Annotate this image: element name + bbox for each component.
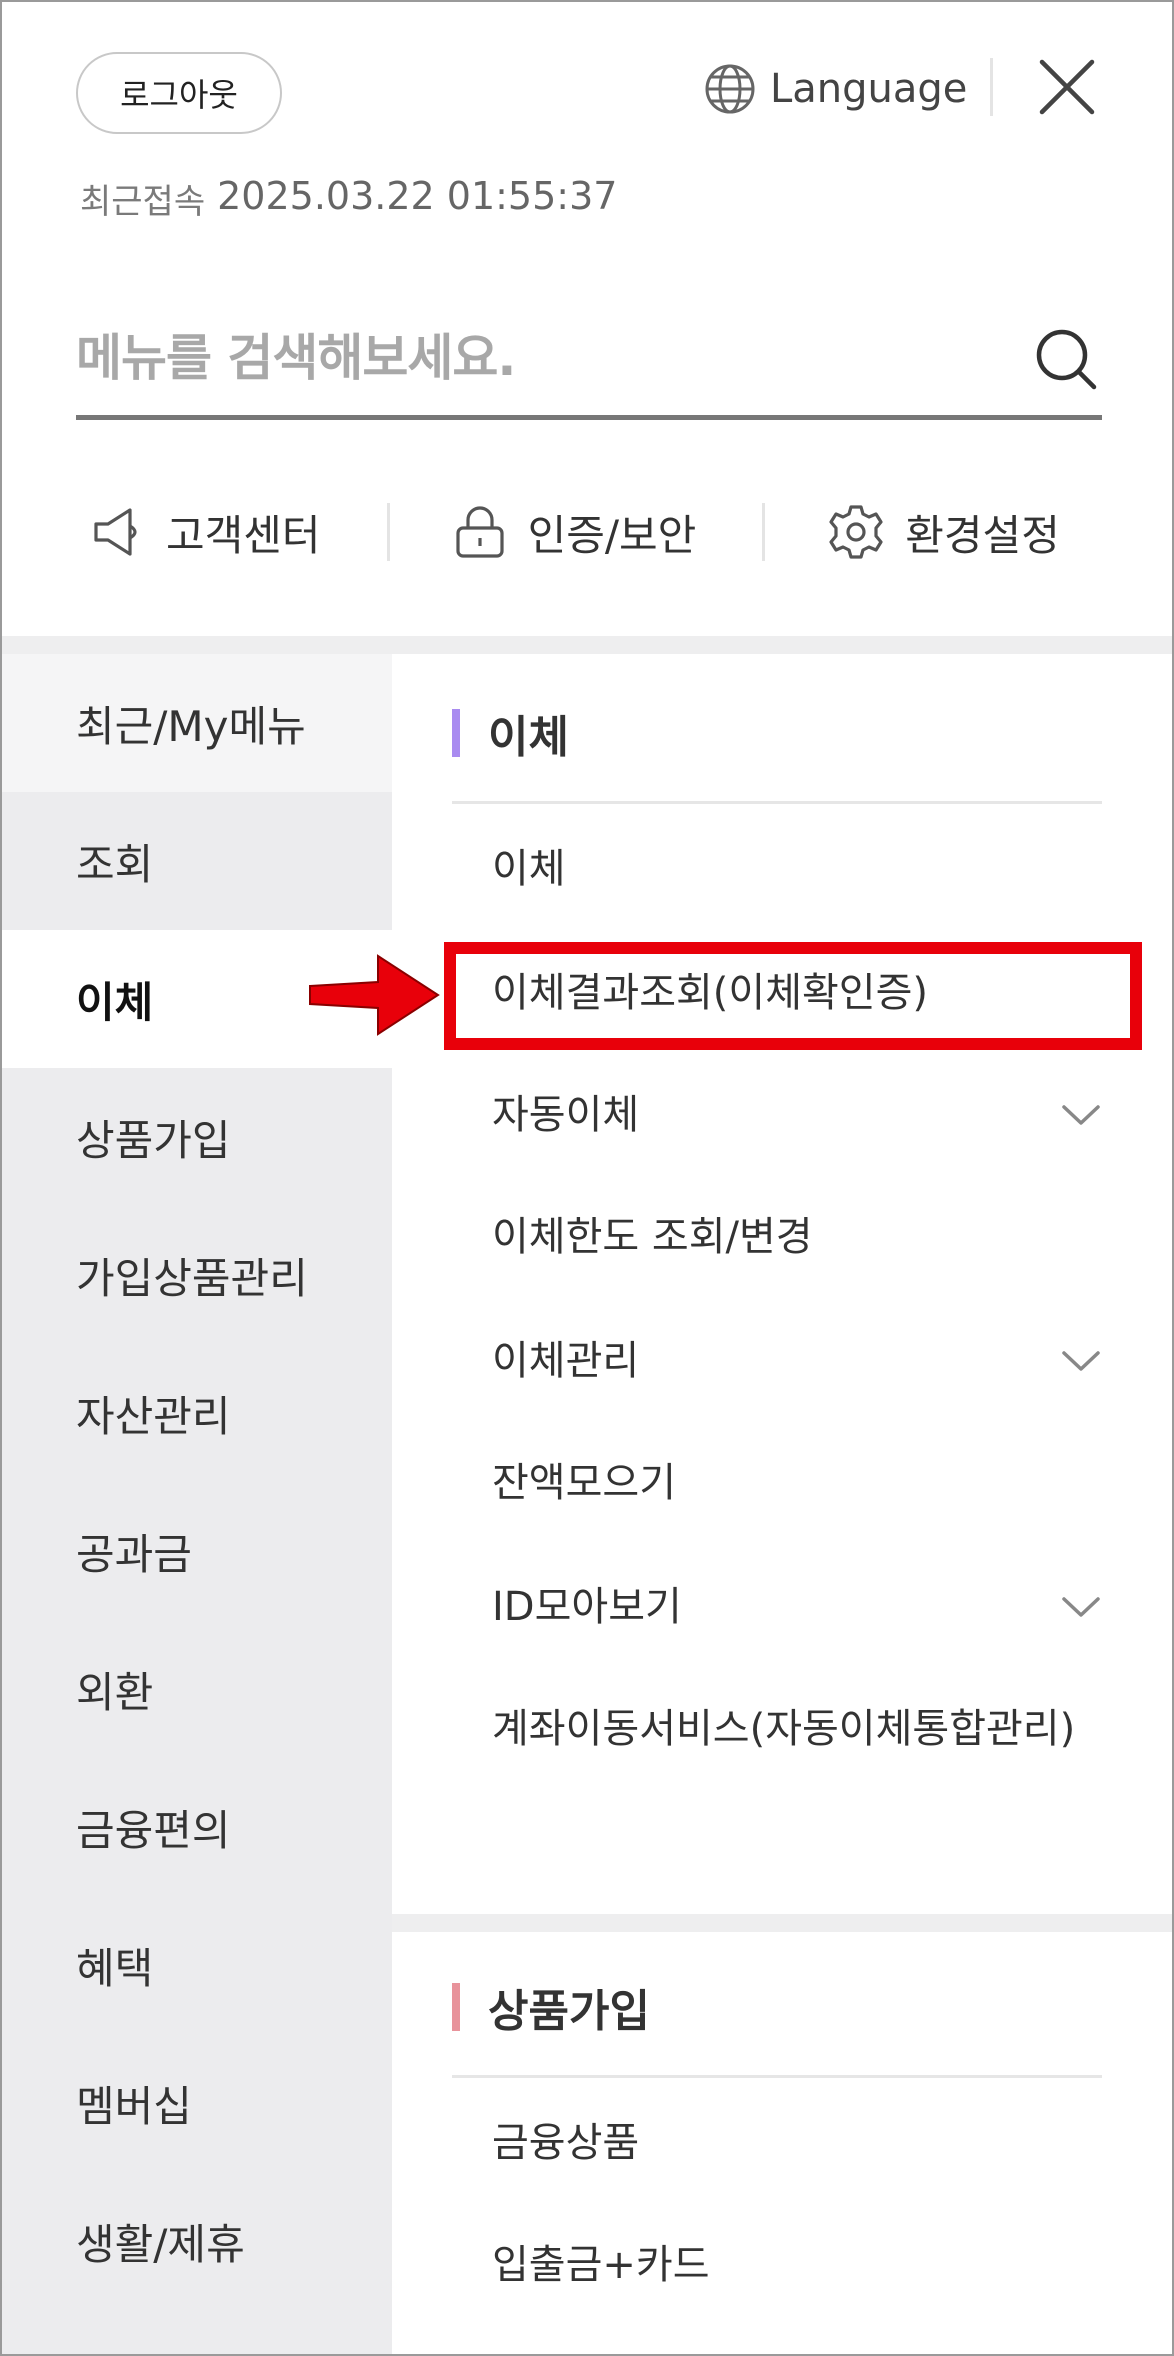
submenu-label: 금융상품: [492, 2120, 640, 2166]
category-asset-manage[interactable]: 자산관리: [2, 1344, 392, 1482]
close-icon[interactable]: [1034, 54, 1100, 120]
gear-icon: [829, 505, 883, 559]
quick-label: 고객센터: [166, 510, 321, 560]
logout-button[interactable]: 로그아웃: [76, 52, 282, 134]
quick-divider: [386, 503, 390, 561]
quick-label: 환경설정: [905, 510, 1060, 560]
last-login-label: 최근접속: [80, 182, 206, 222]
right-submenu: 이체 이체 이체결과조회(이체확인증) 자동이체 이체한도 조회/변경 이체관리…: [392, 654, 1172, 2354]
last-login: 최근접속 2025.03.22 01:55:37: [80, 174, 617, 223]
quick-links: 고객센터 인증/보안 환경설정: [76, 492, 1102, 572]
submenu-label: 이체관리: [492, 1338, 640, 1384]
lock-icon: [455, 506, 504, 558]
globe-icon: [705, 64, 755, 114]
submenu-label: 이체한도 조회/변경: [492, 1214, 813, 1260]
section-title-label: 상품가입: [488, 1985, 650, 2037]
submenu-item[interactable]: 계좌이동서비스(자동이체통합관리): [492, 1702, 1092, 1756]
section-divider: [2, 636, 1172, 654]
submenu-item[interactable]: 입출금+카드: [492, 2238, 1102, 2292]
menu-search[interactable]: 메뉴를 검색해보세요.: [76, 302, 1102, 420]
section-title-label: 이체: [488, 711, 569, 763]
category-product-manage[interactable]: 가입상품관리: [2, 1206, 392, 1344]
submenu-item[interactable]: 잔액모으기: [492, 1456, 1102, 1510]
submenu-item[interactable]: ID모아보기: [492, 1580, 1102, 1634]
chevron-down-icon[interactable]: [1060, 1102, 1102, 1128]
chevron-down-icon[interactable]: [1060, 1348, 1102, 1374]
pointer-arrow-icon: [309, 954, 440, 1036]
language-label: Language: [770, 66, 968, 112]
category-inquiry[interactable]: 조회: [2, 792, 392, 930]
quick-label: 인증/보안: [527, 510, 697, 560]
section-divider: [392, 1914, 1172, 1932]
submenu-item[interactable]: 금융상품: [492, 2116, 1102, 2170]
section-title-transfer: 이체: [452, 664, 1102, 804]
quick-customer-center[interactable]: 고객센터: [90, 502, 321, 563]
language-button[interactable]: Language: [704, 56, 967, 122]
submenu-label: 계좌이동서비스(자동이체통합관리): [492, 1706, 1076, 1752]
submenu-item[interactable]: 이체: [492, 842, 1102, 896]
submenu-label: 입출금+카드: [492, 2242, 710, 2288]
menu-screen: 로그아웃 Language 최근접속 2025.03.22 01:55:37 메…: [0, 0, 1174, 2356]
submenu-label: ID모아보기: [492, 1584, 682, 1630]
category-forex[interactable]: 외환: [2, 1620, 392, 1758]
quick-divider: [762, 503, 766, 561]
section-title-product-signup: 상품가입: [452, 1938, 1102, 2078]
category-product-signup[interactable]: 상품가입: [2, 1068, 392, 1206]
submenu-item[interactable]: 자동이체: [492, 1088, 1102, 1142]
search-icon[interactable]: [1034, 327, 1098, 391]
submenu-item[interactable]: 이체관리: [492, 1334, 1102, 1388]
quick-auth-security[interactable]: 인증/보안: [452, 502, 697, 563]
left-category-menu: 최근/My메뉴 조회 이체 상품가입 가입상품관리 자산관리 공과금 외환 금융…: [2, 654, 392, 2354]
submenu-label: 이체: [492, 846, 566, 892]
category-recent-my[interactable]: 최근/My메뉴: [2, 654, 392, 792]
quick-settings[interactable]: 환경설정: [827, 502, 1060, 563]
category-membership[interactable]: 멤버십: [2, 2034, 392, 2172]
header-divider: [990, 58, 993, 116]
megaphone-icon: [94, 508, 137, 556]
category-finance-convenience[interactable]: 금융편의: [2, 1758, 392, 1896]
section-accent-bar: [452, 708, 460, 757]
last-login-time: 2025.03.22 01:55:37: [217, 174, 618, 218]
category-utilities[interactable]: 공과금: [2, 1482, 392, 1620]
highlight-box: [444, 942, 1142, 1050]
category-benefits[interactable]: 혜택: [2, 1896, 392, 2034]
section-accent-bar: [452, 1982, 460, 2031]
submenu-label: 잔액모으기: [492, 1460, 676, 1506]
submenu-item[interactable]: 이체한도 조회/변경: [492, 1210, 1102, 1264]
submenu-label: 자동이체: [492, 1092, 640, 1138]
category-life-partner[interactable]: 생활/제휴: [2, 2172, 392, 2310]
search-input[interactable]: 메뉴를 검색해보세요.: [76, 318, 516, 400]
chevron-down-icon[interactable]: [1060, 1594, 1102, 1620]
